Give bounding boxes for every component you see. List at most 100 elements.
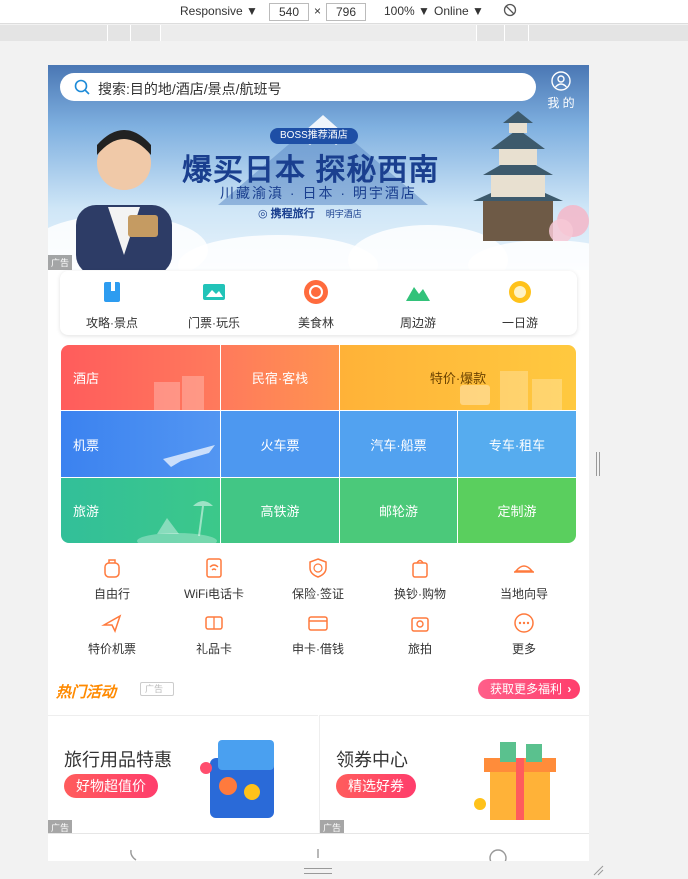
ticket-icon	[203, 284, 225, 300]
service-label: 特价机票	[87, 642, 136, 656]
mountain-icon	[406, 287, 430, 301]
throttle-select[interactable]: Online ▼	[434, 4, 484, 18]
service-gift-card[interactable]: 礼品卡	[164, 612, 264, 657]
promo-title: 领券中心	[336, 750, 408, 770]
ruler-seg[interactable]	[107, 25, 108, 41]
brand-name: 携程旅行	[270, 208, 315, 220]
ruler-mid-section	[160, 25, 476, 41]
my-account-button[interactable]: 我 的	[544, 71, 578, 111]
service-more[interactable]: 更多	[474, 612, 574, 657]
spokesperson-illustration	[76, 130, 172, 270]
credit-card-icon	[308, 616, 328, 631]
hot-activity-title: 热门活动	[56, 684, 117, 701]
quick-item-tickets[interactable]: 门票·玩乐	[174, 279, 254, 331]
quick-item-label: 一日游	[501, 316, 538, 330]
promo-button[interactable]: 好物超值价	[64, 774, 158, 798]
grid-cruise-label: 邮轮游	[378, 504, 418, 519]
grid-tour[interactable]: 旅游	[61, 478, 220, 543]
resize-corner-icon[interactable]	[592, 864, 604, 876]
service-cheap-flights[interactable]: 特价机票	[62, 612, 162, 657]
ruler-seg[interactable]	[160, 25, 161, 41]
ruler-seg[interactable]	[504, 25, 505, 41]
banner-brand: ◎ 携程旅行 明宇酒店	[258, 205, 362, 221]
grid-car-rental[interactable]: 专车·租车	[458, 411, 576, 477]
plane-icon	[101, 614, 122, 633]
book-icon	[104, 282, 120, 302]
times-sign: ×	[314, 4, 322, 18]
resize-handle-bottom[interactable]	[304, 868, 332, 874]
suitcase-illustration	[200, 740, 274, 818]
search-input[interactable]: 搜索:目的地/酒店/景点/航班号	[98, 79, 282, 99]
device-select[interactable]: Responsive ▼	[180, 4, 258, 18]
grid-flight[interactable]: 机票	[61, 411, 220, 477]
service-label: 礼品卡	[195, 642, 232, 656]
service-label: 当地向导	[499, 587, 548, 601]
phone-icon[interactable]	[128, 848, 142, 861]
main-service-grid: 酒店 民宿·客栈 特价·爆款 机票 火车票 汽车·船票 专车·租车 旅游 高铁游	[61, 345, 576, 543]
grid-homestay[interactable]: 民宿·客栈	[221, 345, 339, 410]
search-bar[interactable]: 搜索:目的地/酒店/景点/航班号	[60, 73, 536, 101]
promo-title: 旅行用品特惠	[64, 750, 172, 770]
grid-bus-ship[interactable]: 汽车·船票	[340, 411, 457, 477]
service-label: 自由行	[93, 587, 130, 601]
service-travel-photo[interactable]: 旅拍	[370, 612, 470, 657]
hot-activity-bar: 热门活动 广告 获取更多福利 ›	[48, 665, 589, 711]
user-icon	[551, 71, 571, 91]
grid-car-rental-label: 专车·租车	[488, 437, 546, 453]
width-input[interactable]: 540	[269, 3, 309, 21]
food-icon	[304, 280, 328, 304]
resize-handle-right[interactable]	[596, 452, 600, 476]
download-icon[interactable]	[311, 848, 325, 861]
service-label: 换钞·购物	[394, 587, 446, 601]
grid-tour-label: 旅游	[73, 504, 100, 519]
service-label: 旅拍	[407, 642, 432, 656]
building-icon	[154, 376, 204, 410]
more-benefits-button[interactable]: 获取更多福利 ›	[478, 679, 580, 699]
height-input[interactable]: 796	[326, 3, 366, 21]
grid-train-label: 火车票	[260, 437, 300, 453]
quick-item-nearby[interactable]: 周边游	[378, 279, 458, 331]
promo-coupon-center[interactable]: 领券中心 精选好券 广告	[319, 715, 589, 833]
service-label: 申卡·借钱	[292, 642, 344, 656]
profile-icon[interactable]	[488, 848, 508, 861]
ruler-seg[interactable]	[130, 25, 131, 41]
quick-item-food[interactable]: 美食林	[276, 279, 356, 331]
service-credit-card[interactable]: 申卡·借钱	[268, 612, 368, 657]
rotate-icon[interactable]	[503, 3, 517, 20]
service-insurance-visa[interactable]: 保险·签证	[268, 557, 368, 602]
ruler-seg[interactable]	[528, 25, 529, 41]
brand-logo-icon: ◎	[258, 208, 268, 220]
grid-hotel[interactable]: 酒店	[61, 345, 220, 410]
sun-icon	[509, 281, 531, 303]
service-local-guide[interactable]: 当地向导	[474, 557, 574, 602]
grid-custom-tour-label: 定制游	[497, 504, 537, 519]
grid-deals[interactable]: 特价·爆款	[340, 345, 576, 410]
ruler-seg[interactable]	[476, 25, 477, 41]
throttle-select-label: Online	[434, 4, 469, 18]
grid-train[interactable]: 火车票	[221, 411, 339, 477]
hot-activity-ad-tag: 广告	[140, 682, 174, 696]
promo-travel-goods[interactable]: 旅行用品特惠 好物超值价 广告	[48, 715, 318, 833]
service-wifi-card[interactable]: WiFi电话卡	[164, 557, 264, 602]
castle-illustration	[473, 111, 589, 241]
grid-cruise[interactable]: 邮轮游	[340, 478, 457, 543]
camera-icon	[411, 617, 429, 632]
grid-custom-tour[interactable]: 定制游	[458, 478, 576, 543]
service-label: 保险·签证	[292, 587, 344, 601]
banner-ad-tag: 广告	[48, 255, 73, 270]
search-icon	[74, 79, 90, 95]
quick-item-guides[interactable]: 攻略·景点	[72, 279, 152, 331]
grid-hsr-tour-label: 高铁游	[260, 504, 300, 519]
grid-hotel-label: 酒店	[73, 371, 100, 386]
gift-box-illustration	[474, 742, 556, 820]
bottom-tab-bar	[48, 833, 589, 861]
zoom-select[interactable]: 100% ▼	[384, 4, 430, 18]
airplane-icon	[163, 445, 215, 467]
service-exchange-shopping[interactable]: 换钞·购物	[370, 557, 470, 602]
promo-button[interactable]: 精选好券	[336, 774, 416, 798]
service-free-travel[interactable]: 自由行	[62, 557, 162, 602]
backpack-icon	[104, 559, 120, 578]
shield-globe-icon	[309, 558, 327, 578]
quick-item-daytrip[interactable]: 一日游	[480, 279, 560, 331]
grid-hsr-tour[interactable]: 高铁游	[221, 478, 339, 543]
